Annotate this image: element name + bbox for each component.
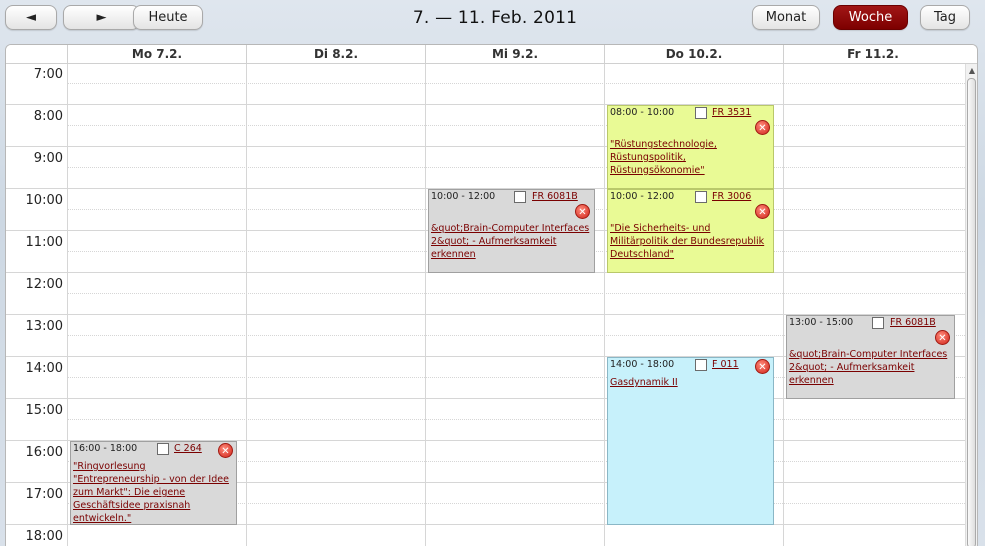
day-header-fri: Fr 11.2. [783,45,962,64]
hour-label: 17:00 [25,487,63,502]
delete-icon[interactable]: ✕ [755,359,770,374]
event-room-link[interactable]: C 264 [174,443,202,454]
event-title-link[interactable]: Gasdynamik II [610,376,771,389]
delete-icon[interactable]: ✕ [755,120,770,135]
prev-week-button[interactable]: ◄ [5,5,57,30]
scroll-up-icon[interactable]: ▲ [967,66,977,76]
map-icon[interactable] [157,443,169,455]
hour-label: 14:00 [25,361,63,376]
hour-label: 15:00 [25,403,63,418]
event-room-link[interactable]: FR 6081B [532,191,578,202]
next-week-button[interactable]: ► [63,5,140,30]
event-time: 08:00 - 10:00 [610,107,675,118]
hour-label: 12:00 [25,277,63,292]
delete-icon[interactable]: ✕ [218,443,233,458]
day-header-mon: Mo 7.2. [67,45,246,64]
event-fri-1300[interactable]: 13:00 - 15:00 FR 6081B ✕ &quot;Brain-Com… [786,315,955,399]
hour-label: 7:00 [33,67,63,82]
event-wed-1000[interactable]: 10:00 - 12:00 FR 6081B ✕ &quot;Brain-Com… [428,189,595,273]
event-room-link[interactable]: FR 3531 [712,107,751,118]
day-header-tue: Di 8.2. [246,45,425,64]
week-calendar: Mo 7.2. Di 8.2. Mi 9.2. Do 10.2. Fr 11.2… [5,44,978,546]
event-room-link[interactable]: F 011 [712,359,739,370]
event-title-link[interactable]: "Ringvorlesung "Entrepreneurship - von d… [73,460,234,524]
hour-label: 8:00 [33,109,63,124]
hour-label: 13:00 [25,319,63,334]
map-icon[interactable] [695,191,707,203]
time-grid[interactable]: 7:00 8:00 9:00 10:00 11:00 12:00 13:00 1… [6,64,967,546]
event-thu-0800[interactable]: 08:00 - 10:00 FR 3531 ✕ "Rüstungstechnol… [607,105,774,189]
event-time: 10:00 - 12:00 [431,191,496,202]
map-icon[interactable] [872,317,884,329]
event-title-link[interactable]: "Rüstungstechnologie, Rüstungspolitik, R… [610,138,771,177]
hour-label: 10:00 [25,193,63,208]
event-title-link[interactable]: "Die Sicherheits- und Militärpolitik der… [610,222,771,261]
hour-label: 16:00 [25,445,63,460]
hour-label: 18:00 [25,529,63,544]
delete-icon[interactable]: ✕ [755,204,770,219]
event-thu-1400[interactable]: 14:00 - 18:00 F 011 ✕ Gasdynamik II [607,357,774,525]
day-header-thu: Do 10.2. [604,45,783,64]
event-room-link[interactable]: FR 3006 [712,191,751,202]
event-mon-1600[interactable]: 16:00 - 18:00 C 264 ✕ "Ringvorlesung "En… [70,441,237,525]
event-time: 13:00 - 15:00 [789,317,854,328]
event-title-link[interactable]: &quot;Brain-Computer Interfaces 2&quot; … [789,348,952,387]
vertical-scrollbar[interactable]: ▲ [965,64,977,546]
month-view-button[interactable]: Monat [752,5,820,30]
hour-label: 11:00 [25,235,63,250]
event-time: 10:00 - 12:00 [610,191,675,202]
day-view-button[interactable]: Tag [920,5,970,30]
event-time: 16:00 - 18:00 [73,443,138,454]
map-icon[interactable] [695,107,707,119]
event-thu-1000[interactable]: 10:00 - 12:00 FR 3006 ✕ "Die Sicherheits… [607,189,774,273]
delete-icon[interactable]: ✕ [935,330,950,345]
map-icon[interactable] [514,191,526,203]
week-view-button[interactable]: Woche [833,5,908,30]
day-header-wed: Mi 9.2. [425,45,604,64]
date-range-title: 7. — 11. Feb. 2011 [412,8,578,28]
event-room-link[interactable]: FR 6081B [890,317,936,328]
today-button[interactable]: Heute [133,5,203,30]
event-time: 14:00 - 18:00 [610,359,675,370]
event-title-link[interactable]: &quot;Brain-Computer Interfaces 2&quot; … [431,222,592,261]
delete-icon[interactable]: ✕ [575,204,590,219]
hour-label: 9:00 [33,151,63,166]
scrollbar-thumb[interactable] [967,78,976,546]
day-header-row: Mo 7.2. Di 8.2. Mi 9.2. Do 10.2. Fr 11.2… [6,45,977,64]
map-icon[interactable] [695,359,707,371]
